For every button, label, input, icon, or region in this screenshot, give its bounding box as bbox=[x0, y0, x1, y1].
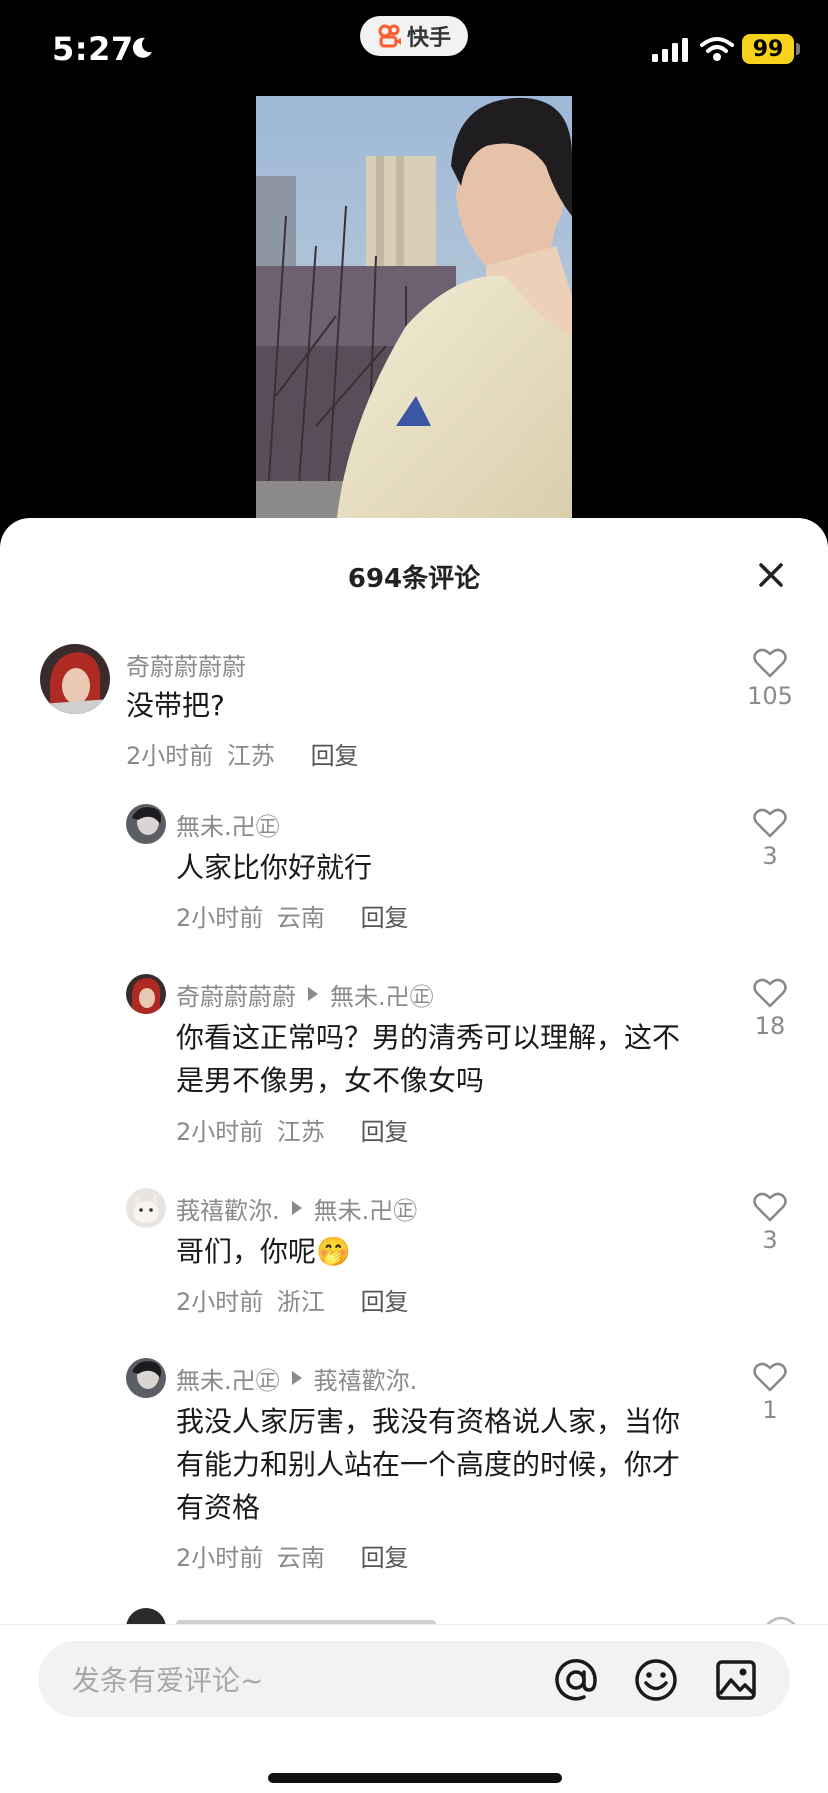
comment-text: 没带把? bbox=[126, 689, 225, 722]
comment-location: 江苏 bbox=[226, 742, 275, 770]
status-time: 5:27 bbox=[52, 30, 134, 68]
comment-time: 2小时前 bbox=[176, 904, 264, 932]
comment-location: 云南 bbox=[276, 904, 325, 932]
comment-text: 人家比你好就行 bbox=[176, 851, 373, 884]
home-indicator[interactable] bbox=[268, 1773, 562, 1783]
reply-button[interactable]: 回复 bbox=[361, 1544, 409, 1572]
username[interactable]: 無未.卍㊣ bbox=[176, 1361, 280, 1396]
comment-text: 你看这正常吗？男的清秀可以理解，这不是男不像男，女不像女吗 bbox=[176, 1021, 681, 1097]
battery-indicator: 99 bbox=[742, 34, 794, 64]
comment-meta: 2小时前 浙江 回复 bbox=[176, 1282, 409, 1317]
username[interactable]: 奇蔚蔚蔚蔚 bbox=[126, 647, 246, 682]
comment-location: 云南 bbox=[276, 1544, 325, 1572]
comment-meta: 2小时前 云南 回复 bbox=[176, 1538, 409, 1573]
like-button[interactable]: 3 bbox=[740, 808, 800, 870]
like-count: 105 bbox=[747, 682, 793, 710]
reply-button[interactable]: 回复 bbox=[361, 1288, 409, 1316]
heart-icon bbox=[753, 1192, 787, 1222]
reply-button[interactable]: 回复 bbox=[311, 742, 359, 770]
close-icon[interactable] bbox=[756, 560, 786, 590]
comment-location: 浙江 bbox=[276, 1288, 325, 1316]
moon-icon bbox=[132, 37, 152, 58]
status-bar: 5:27 快手 99 bbox=[0, 0, 828, 96]
emoji-icon[interactable] bbox=[634, 1658, 678, 1702]
comment-meta: 2小时前 江苏 回复 bbox=[126, 736, 359, 771]
comment-location: 江苏 bbox=[276, 1118, 325, 1146]
heart-icon bbox=[753, 1362, 787, 1392]
comment-header: 奇蔚蔚蔚蔚 無未.卍㊣ bbox=[176, 974, 434, 1014]
like-count: 18 bbox=[754, 1012, 786, 1040]
comment-time: 2小时前 bbox=[176, 1544, 264, 1572]
comment-header: 無未.卍㊣ bbox=[176, 804, 280, 844]
app-name: 快手 bbox=[406, 26, 451, 51]
comment-header: 奇蔚蔚蔚蔚 bbox=[126, 644, 246, 684]
reply-target-username[interactable]: 無未.卍㊣ bbox=[330, 977, 434, 1012]
heart-icon bbox=[753, 648, 787, 678]
comment-input[interactable] bbox=[70, 1641, 534, 1719]
comment-time: 2小时前 bbox=[176, 1118, 264, 1146]
comment-input-container[interactable] bbox=[38, 1641, 790, 1719]
avatar[interactable] bbox=[126, 1358, 166, 1398]
reply-arrow-icon bbox=[291, 1371, 302, 1385]
signal-icon bbox=[652, 38, 688, 62]
username[interactable]: 奇蔚蔚蔚蔚 bbox=[176, 977, 296, 1012]
like-button[interactable]: 105 bbox=[740, 648, 800, 710]
like-count: 3 bbox=[762, 842, 778, 870]
battery-tip bbox=[796, 43, 800, 55]
app-badge[interactable]: 快手 bbox=[360, 16, 468, 56]
reply-button[interactable]: 回复 bbox=[361, 1118, 409, 1146]
reply-arrow-icon bbox=[308, 987, 318, 1001]
comment-count-title: 694条评论 bbox=[347, 564, 481, 594]
heart-icon bbox=[753, 808, 787, 838]
avatar[interactable] bbox=[126, 974, 166, 1014]
kuaishou-logo-icon bbox=[378, 24, 401, 48]
comment-input-bar bbox=[0, 1624, 828, 1793]
comment-time: 2小时前 bbox=[126, 742, 214, 770]
comment-meta: 2小时前 江苏 回复 bbox=[176, 1112, 409, 1147]
comment-header: 莪禧歡沵. 無未.卍㊣ bbox=[176, 1188, 417, 1228]
comment-text: 我没人家厉害，我没有资格说人家，当你有能力和别人站在一个高度的时候，你才有资格 bbox=[176, 1405, 681, 1524]
username[interactable]: 無未.卍㊣ bbox=[176, 807, 280, 842]
comments-sheet: 694条评论 奇蔚蔚蔚蔚 没带把? 2小时前 江苏 回复 105 無未.卍㊣ 人… bbox=[0, 518, 828, 1793]
at-icon[interactable] bbox=[554, 1658, 598, 1702]
like-button[interactable]: 3 bbox=[740, 1192, 800, 1254]
heart-icon bbox=[753, 978, 787, 1008]
like-count: 1 bbox=[762, 1396, 778, 1424]
image-icon[interactable] bbox=[714, 1658, 758, 1702]
avatar[interactable] bbox=[40, 644, 110, 714]
comment-text: 哥们，你呢🤭 bbox=[176, 1235, 351, 1268]
username[interactable]: 莪禧歡沵. bbox=[176, 1191, 280, 1226]
wifi-icon bbox=[700, 37, 734, 61]
video-thumbnail bbox=[256, 96, 572, 526]
reply-target-username[interactable]: 無未.卍㊣ bbox=[314, 1191, 418, 1226]
avatar[interactable] bbox=[126, 804, 166, 844]
comment-time: 2小时前 bbox=[176, 1288, 264, 1316]
comment-header: 無未.卍㊣ 莪禧歡沵. bbox=[176, 1358, 417, 1398]
video-preview[interactable] bbox=[256, 96, 572, 526]
reply-button[interactable]: 回复 bbox=[361, 904, 409, 932]
reply-arrow-icon bbox=[291, 1201, 302, 1215]
like-button[interactable]: 1 bbox=[740, 1362, 800, 1424]
comment-meta: 2小时前 云南 回复 bbox=[176, 898, 409, 933]
like-count: 3 bbox=[762, 1226, 778, 1254]
like-button[interactable]: 18 bbox=[740, 978, 800, 1040]
avatar[interactable] bbox=[126, 1188, 166, 1228]
reply-target-username[interactable]: 莪禧歡沵. bbox=[314, 1361, 418, 1396]
